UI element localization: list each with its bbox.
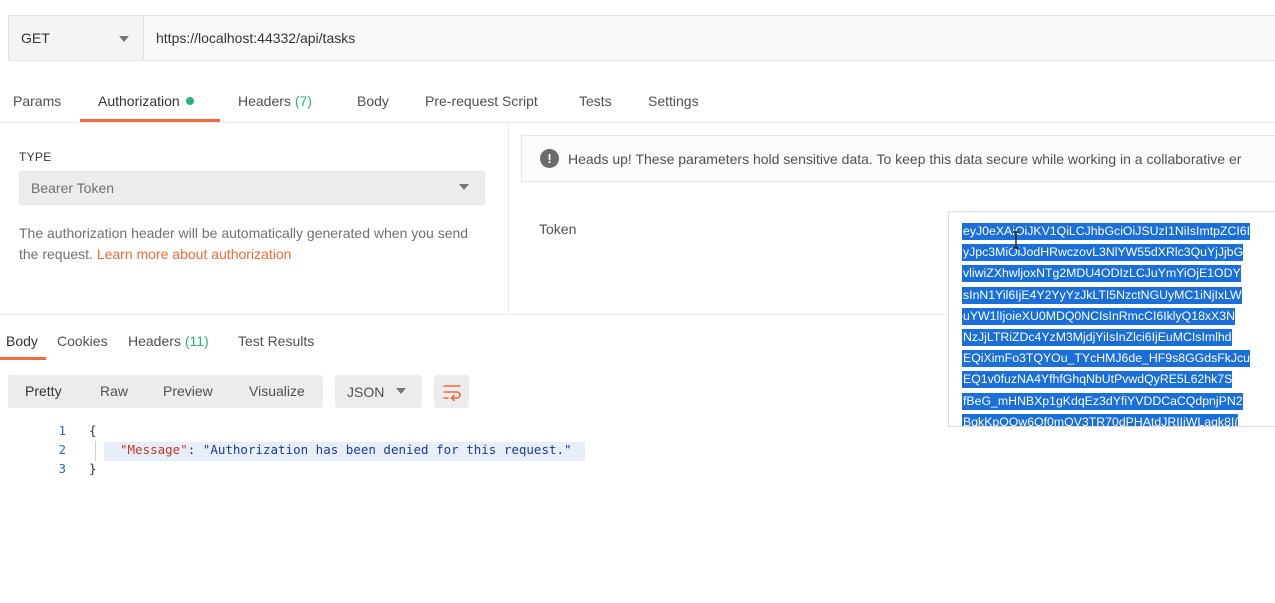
headers-count: (7) bbox=[294, 93, 312, 109]
tab-label: Test Results bbox=[238, 333, 315, 349]
line-number: 2 bbox=[58, 442, 66, 457]
tab-test-results[interactable]: Test Results bbox=[238, 333, 314, 349]
tab-body[interactable]: Body bbox=[357, 93, 389, 109]
token-label: Token bbox=[539, 221, 577, 237]
view-preview-button[interactable]: Preview bbox=[163, 383, 213, 399]
token-line: EQ1v0fuzNA4YfhfGhqNbUtPvwdQyRE5L62hk7S bbox=[962, 371, 1233, 389]
active-dot-icon bbox=[185, 97, 194, 105]
chevron-down-icon bbox=[459, 184, 469, 190]
token-line: NzJjLTRiZDc4YzM3MjdjYiIsInZlci6IjEuMCIsI… bbox=[962, 329, 1232, 347]
tab-pre-request-script[interactable]: Pre-request Script bbox=[425, 93, 538, 109]
view-pretty-button[interactable]: Pretty bbox=[25, 383, 62, 399]
response-body-viewer[interactable]: 1 2 3 { "Message": "Authorization has be… bbox=[0, 420, 1275, 603]
token-line: BqkKpOOw6Qf0mQV3TR70dPHAtdJRIIjWLagk8I( bbox=[962, 413, 1239, 426]
tab-label: Body bbox=[6, 333, 38, 349]
view-raw-button[interactable]: Raw bbox=[100, 383, 128, 399]
tab-response-headers[interactable]: Headers (11) bbox=[128, 333, 209, 349]
token-line: yJpc3MiOiJodHRwczovL3NlYW55dXRlc3QuYjJjb… bbox=[962, 244, 1244, 262]
text-cursor-icon bbox=[1013, 231, 1019, 249]
code-line: } bbox=[89, 461, 97, 476]
indent-guide bbox=[95, 441, 96, 461]
tab-label: Body bbox=[357, 93, 389, 109]
token-line: sInN1Yil6IjE4Y2YyYzJkLTI5NzctNGUyMC1iNjI… bbox=[962, 286, 1242, 304]
warning-icon: ! bbox=[540, 149, 559, 168]
tab-label: Authorization bbox=[98, 93, 180, 109]
auth-type-value: Bearer Token bbox=[31, 180, 115, 196]
close-brace: } bbox=[89, 461, 97, 476]
tab-headers[interactable]: Headers (7) bbox=[238, 93, 312, 109]
tab-label: Cookies bbox=[57, 333, 108, 349]
code-line: "Message": "Authorization has been denie… bbox=[120, 442, 572, 457]
tab-cookies[interactable]: Cookies bbox=[57, 333, 108, 349]
token-line: vliwiZXhwljoxNTg2MDU4ODIzLCJuYmYiOjE1ODY bbox=[962, 265, 1241, 283]
tab-label: Headers bbox=[128, 333, 181, 349]
line-number: 3 bbox=[58, 461, 66, 476]
tab-authorization[interactable]: Authorization bbox=[98, 93, 194, 109]
auth-type-select[interactable]: Bearer Token bbox=[19, 171, 485, 205]
chevron-down-icon bbox=[119, 36, 129, 42]
auth-type-panel: TYPE Bearer Token The authorization head… bbox=[0, 123, 509, 313]
wrap-lines-icon bbox=[442, 384, 461, 401]
json-key: "Message" bbox=[120, 442, 188, 457]
url-input[interactable]: https://localhost:44332/api/tasks bbox=[144, 16, 1275, 60]
learn-more-link[interactable]: Learn more about authorization bbox=[97, 246, 292, 262]
tab-label: Settings bbox=[648, 93, 699, 109]
type-label: TYPE bbox=[19, 150, 52, 164]
tab-settings[interactable]: Settings bbox=[648, 93, 699, 109]
token-line: fBeG_mHNBXp1gKdqEz3dYfiYVDDCaCQdpnjPN2 bbox=[962, 392, 1243, 410]
headers-count: (11) bbox=[184, 333, 209, 349]
tab-tests[interactable]: Tests bbox=[579, 93, 612, 109]
request-tabs: Params Authorization Headers (7) Body Pr… bbox=[0, 80, 1275, 123]
tab-response-body[interactable]: Body bbox=[6, 333, 38, 349]
sensitive-data-notice: ! Heads up! These parameters hold sensit… bbox=[521, 135, 1275, 182]
method-select[interactable]: GET bbox=[9, 16, 144, 60]
auth-description: The authorization header will be automat… bbox=[19, 223, 489, 265]
token-line: eyJ0eXAiOiJKV1QiLCJhbGciOiJSUzI1NiIsImtp… bbox=[962, 223, 1251, 240]
chevron-down-icon bbox=[396, 388, 406, 394]
open-brace: { bbox=[89, 423, 97, 438]
code-line: { bbox=[89, 423, 97, 438]
token-line: EQiXimFo3TQYOu_TYcHMJ6de_HF9s8GGdsFkJcu bbox=[962, 350, 1251, 368]
tab-label: Tests bbox=[579, 93, 612, 109]
tab-params[interactable]: Params bbox=[13, 93, 61, 109]
view-mode-group: Pretty Raw Preview Visualize bbox=[8, 375, 323, 408]
format-value: JSON bbox=[347, 383, 385, 400]
token-line: uYW1lIjoieXU0MDQ0NCIsInRmcCI6IklyQ18xX3N bbox=[962, 307, 1235, 325]
tab-label: Pre-request Script bbox=[425, 93, 538, 109]
request-bar: GET https://localhost:44332/api/tasks bbox=[8, 15, 1275, 61]
active-tab-indicator bbox=[80, 119, 220, 122]
token-input[interactable]: eyJ0eXAiOiJKV1QiLCJhbGciOiJSUzI1NiIsImtp… bbox=[948, 211, 1275, 427]
tab-label: Params bbox=[13, 93, 62, 109]
wrap-lines-button[interactable] bbox=[434, 375, 469, 408]
tab-label: Headers bbox=[238, 93, 291, 109]
active-tab-indicator bbox=[0, 357, 46, 360]
line-number: 1 bbox=[58, 423, 66, 438]
token-value: eyJ0eXAiOiJKV1QiLCJhbGciOiJSUzI1NiIsImtp… bbox=[962, 221, 1251, 426]
notice-text: Heads up! These parameters hold sensitiv… bbox=[568, 150, 1242, 167]
view-visualize-button[interactable]: Visualize bbox=[249, 383, 305, 399]
method-label: GET bbox=[21, 30, 50, 46]
json-colon: : bbox=[187, 442, 203, 457]
json-value: "Authorization has been denied for this … bbox=[202, 442, 572, 457]
format-select[interactable]: JSON bbox=[335, 375, 422, 408]
